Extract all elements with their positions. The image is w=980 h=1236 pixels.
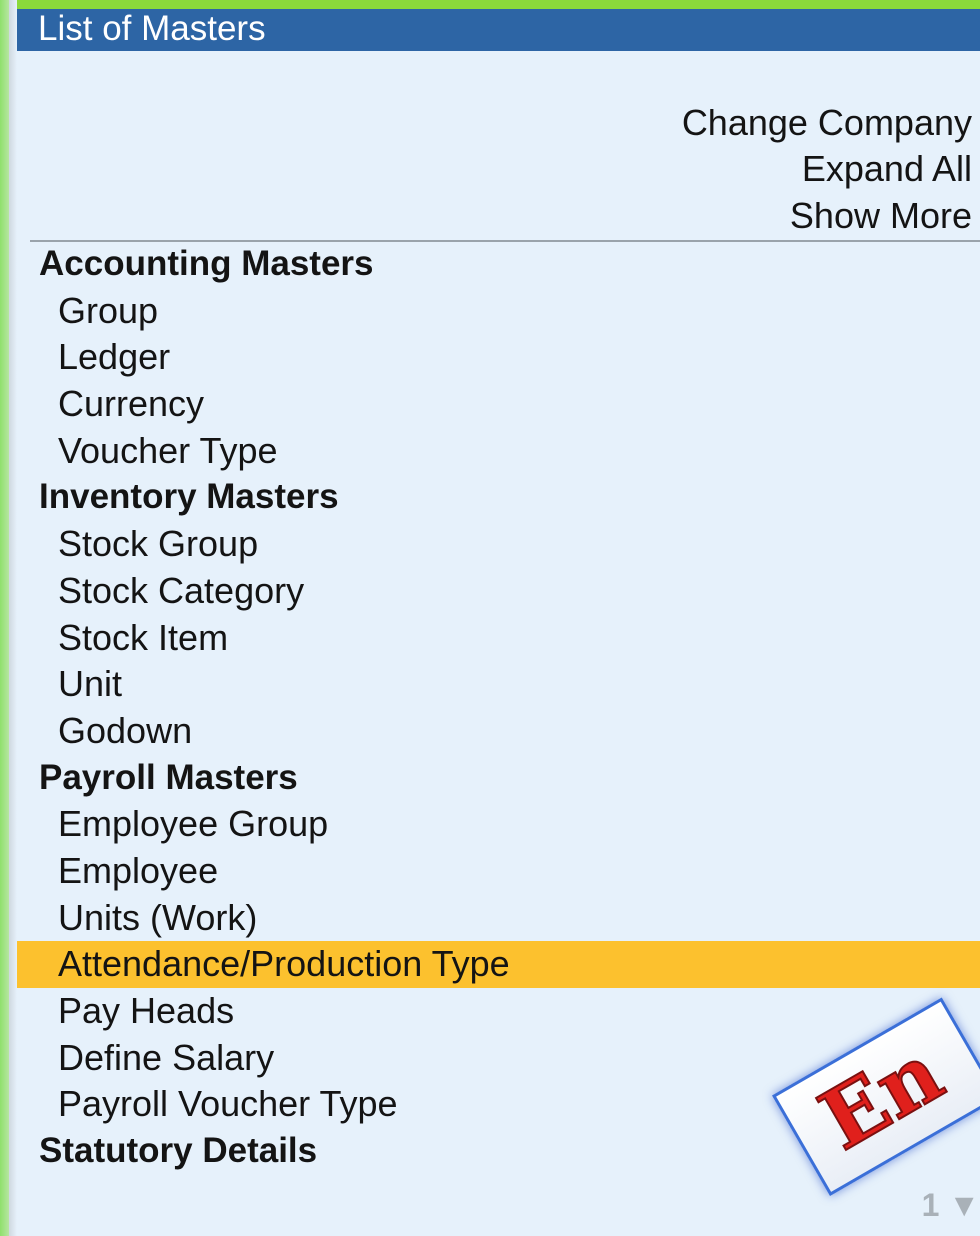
section-heading-payroll: Payroll Masters: [39, 757, 298, 797]
page-indicator: 1 ▼: [921, 1187, 980, 1223]
panel-title: List of Masters: [38, 9, 266, 48]
top-accent-bar: [0, 0, 980, 9]
masters-list: Accounting Masters Group Ledger Currency…: [17, 241, 980, 1175]
list-item-group[interactable]: Group: [17, 288, 980, 335]
list-item-employee[interactable]: Employee: [17, 848, 980, 895]
list-item-voucher-type[interactable]: Voucher Type: [17, 428, 980, 475]
list-item-employee-group[interactable]: Employee Group: [17, 801, 980, 848]
list-of-masters-panel: List of Masters Change Company Expand Al…: [17, 9, 980, 1236]
expand-all-button[interactable]: Expand All: [802, 147, 972, 191]
show-more-button[interactable]: Show More: [790, 194, 972, 238]
list-item-pay-heads[interactable]: Pay Heads: [17, 988, 980, 1035]
section-heading-inventory: Inventory Masters: [39, 477, 339, 517]
list-item-units-work[interactable]: Units (Work): [17, 895, 980, 942]
list-item-currency[interactable]: Currency: [17, 381, 980, 428]
left-panel-edge: [9, 0, 17, 1236]
list-item-godown[interactable]: Godown: [17, 708, 980, 755]
list-item-stock-item[interactable]: Stock Item: [17, 615, 980, 662]
list-item-stock-group[interactable]: Stock Group: [17, 521, 980, 568]
list-item-stock-category[interactable]: Stock Category: [17, 568, 980, 615]
list-item-attendance-production-type[interactable]: Attendance/Production Type: [17, 941, 980, 988]
list-item-ledger[interactable]: Ledger: [17, 334, 980, 381]
list-item-unit[interactable]: Unit: [17, 661, 980, 708]
title-bar: List of Masters: [17, 9, 980, 51]
change-company-button[interactable]: Change Company: [682, 101, 972, 145]
section-heading-accounting: Accounting Masters: [39, 244, 374, 283]
left-accent-bar: [0, 0, 9, 1236]
